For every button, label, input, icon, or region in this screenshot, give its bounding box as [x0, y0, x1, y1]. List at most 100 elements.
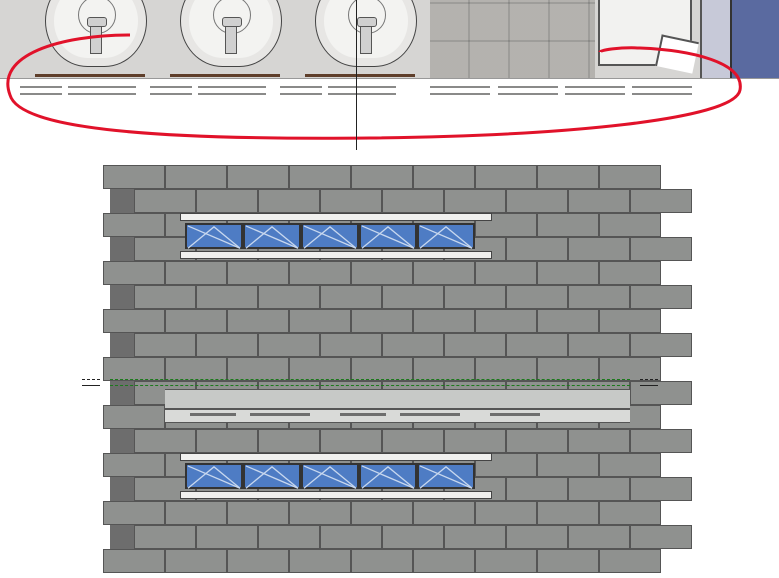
- floor-slot: [170, 74, 280, 77]
- floor-slot: [498, 86, 558, 88]
- floor-slot: [68, 93, 136, 95]
- brick: [289, 261, 351, 285]
- brick: [599, 357, 661, 381]
- brick: [568, 285, 630, 309]
- linear-slot: [400, 413, 460, 416]
- brick: [103, 213, 165, 237]
- level-line: [110, 385, 630, 386]
- brick: [568, 477, 630, 501]
- brick: [537, 261, 599, 285]
- wash-basin: [170, 0, 290, 55]
- door-frame: [700, 0, 732, 78]
- brick: [475, 549, 537, 573]
- brick: [537, 453, 599, 477]
- brick: [320, 285, 382, 309]
- brick: [258, 189, 320, 213]
- window-row: [185, 223, 483, 249]
- brick: [258, 333, 320, 357]
- brick: [165, 357, 227, 381]
- brick: [289, 165, 351, 189]
- brick: [103, 309, 165, 333]
- brick: [630, 189, 692, 213]
- brick: [227, 501, 289, 525]
- brick: [196, 189, 258, 213]
- floor-band: [165, 389, 630, 409]
- brick: [599, 213, 661, 237]
- brick: [568, 525, 630, 549]
- faucet-icon: [360, 22, 372, 54]
- brick: [475, 165, 537, 189]
- brick: [227, 261, 289, 285]
- brick: [506, 285, 568, 309]
- linear-slot: [250, 413, 310, 416]
- brick: [320, 429, 382, 453]
- brick: [103, 501, 165, 525]
- brick: [506, 429, 568, 453]
- floor-slot: [280, 86, 322, 88]
- brick: [537, 501, 599, 525]
- floor-slot: [198, 86, 266, 88]
- wash-basin: [35, 0, 155, 55]
- brick: [103, 261, 165, 285]
- brick: [537, 357, 599, 381]
- wash-basin: [305, 0, 425, 55]
- brick: [258, 429, 320, 453]
- faucet-icon: [90, 22, 102, 54]
- brick: [599, 165, 661, 189]
- brick: [289, 309, 351, 333]
- brick: [444, 525, 506, 549]
- window-pane: [185, 223, 243, 249]
- floor-slot: [632, 86, 692, 88]
- brick: [227, 357, 289, 381]
- linear-slot: [190, 413, 236, 416]
- brick: [103, 549, 165, 573]
- plan-view[interactable]: [0, 0, 779, 115]
- brick: [289, 549, 351, 573]
- brick: [475, 357, 537, 381]
- brick: [444, 333, 506, 357]
- brick: [103, 357, 165, 381]
- elevation-view[interactable]: [110, 165, 630, 565]
- linear-slot: [340, 413, 386, 416]
- brick: [289, 357, 351, 381]
- floor-slot: [198, 93, 266, 95]
- brick: [227, 165, 289, 189]
- brick: [630, 285, 692, 309]
- window-row: [185, 463, 483, 489]
- brick: [568, 333, 630, 357]
- section-line: [356, 0, 357, 150]
- level-line: [110, 379, 630, 380]
- floor-slot: [150, 86, 192, 88]
- brick: [506, 189, 568, 213]
- window-pane: [301, 223, 359, 249]
- brick: [444, 429, 506, 453]
- brick: [196, 525, 258, 549]
- brick: [599, 309, 661, 333]
- tile-zone: [430, 0, 595, 78]
- window-sill: [180, 251, 492, 259]
- brick: [134, 333, 196, 357]
- brick: [568, 189, 630, 213]
- brick: [382, 285, 444, 309]
- brick: [165, 261, 227, 285]
- floor-slot: [565, 93, 625, 95]
- window-pane: [417, 463, 475, 489]
- brick: [444, 285, 506, 309]
- brick: [320, 525, 382, 549]
- floor-slot: [328, 93, 396, 95]
- cad-viewport[interactable]: [0, 0, 779, 578]
- floor-slot: [20, 86, 62, 88]
- brick: [506, 333, 568, 357]
- brick: [103, 405, 165, 429]
- level-tick: [82, 379, 100, 380]
- window-pane: [243, 463, 301, 489]
- brick: [382, 429, 444, 453]
- brick: [351, 357, 413, 381]
- level-tick: [82, 385, 100, 386]
- brick: [537, 309, 599, 333]
- brick: [630, 429, 692, 453]
- brick: [537, 213, 599, 237]
- brick: [134, 525, 196, 549]
- window-head: [180, 213, 492, 221]
- brick: [475, 309, 537, 333]
